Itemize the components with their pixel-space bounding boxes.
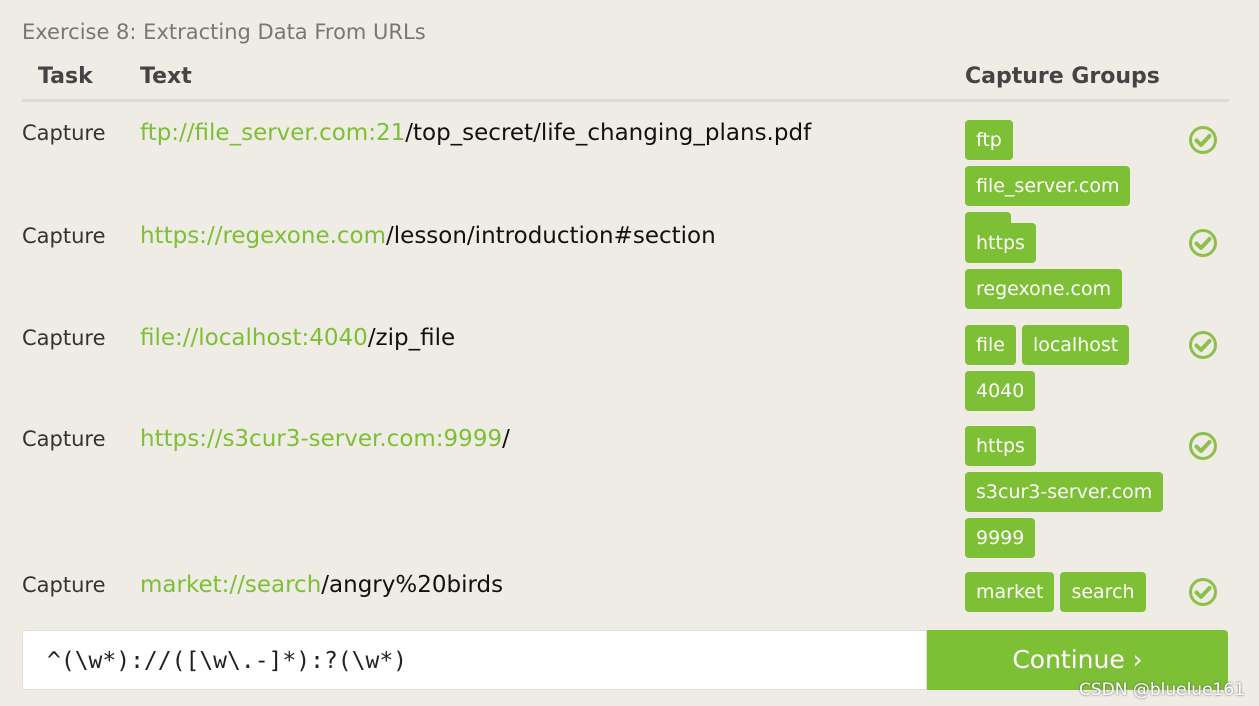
- test-string: https://s3cur3-server.com:9999/: [140, 426, 510, 452]
- task-label: Capture: [22, 326, 106, 350]
- capture-group-tag: market: [965, 572, 1055, 612]
- capture-group-tag: https: [965, 223, 1036, 263]
- header-text: Text: [140, 64, 192, 89]
- capture-group-tag: ftp: [965, 120, 1013, 160]
- task-label: Capture: [22, 573, 106, 597]
- header-divider: [22, 99, 1229, 102]
- matched-text: ftp://file_server.com:21: [140, 120, 406, 146]
- check-icon: [1189, 432, 1217, 460]
- capture-group-tag: 9999: [965, 518, 1036, 558]
- capture-group-tag: s3cur3-server.com: [965, 472, 1164, 512]
- capture-groups: file localhost 4040: [965, 325, 1180, 411]
- unmatched-text: /: [502, 426, 510, 452]
- unmatched-text: /lesson/introduction#section: [386, 223, 716, 249]
- capture-group-tag: localhost: [1021, 325, 1130, 365]
- capture-group-tag: file: [965, 325, 1016, 365]
- check-icon: [1189, 331, 1217, 359]
- capture-groups: https s3cur3-server.com 9999: [965, 426, 1180, 558]
- capture-group-tag: 4040: [965, 371, 1036, 411]
- check-icon: [1189, 229, 1217, 257]
- capture-group-tag: https: [965, 426, 1036, 466]
- matched-text: https://s3cur3-server.com:9999: [140, 426, 503, 452]
- matched-text: market://search: [140, 572, 322, 598]
- capture-group-tag: search: [1060, 572, 1146, 612]
- capture-group-tag: regexone.com: [965, 269, 1123, 309]
- check-icon: [1189, 126, 1217, 154]
- matched-text: file://localhost:4040: [140, 325, 368, 351]
- header-task: Task: [38, 64, 93, 89]
- regex-input[interactable]: ^(\w*)://([\w\.-]*):?(\w*): [22, 630, 927, 690]
- test-string: file://localhost:4040/zip_file: [140, 325, 455, 351]
- capture-groups: https regexone.com: [965, 223, 1180, 309]
- matched-text: https://regexone.com: [140, 223, 387, 249]
- exercise-title: Exercise 8: Extracting Data From URLs: [22, 20, 426, 44]
- watermark: CSDN @bluelue161: [1078, 680, 1245, 700]
- test-string: market://search/angry%20birds: [140, 572, 503, 598]
- task-label: Capture: [22, 224, 106, 248]
- capture-groups: market search: [965, 572, 1180, 612]
- capture-group-tag: file_server.com: [965, 166, 1131, 206]
- test-string: https://regexone.com/lesson/introduction…: [140, 223, 716, 249]
- task-label: Capture: [22, 427, 106, 451]
- task-label: Capture: [22, 121, 106, 145]
- unmatched-text: /top_secret/life_changing_plans.pdf: [405, 120, 812, 146]
- unmatched-text: /zip_file: [367, 325, 456, 351]
- unmatched-text: /angry%20birds: [321, 572, 504, 598]
- header-capture-groups: Capture Groups: [965, 64, 1160, 89]
- test-string: ftp://file_server.com:21/top_secret/life…: [140, 120, 811, 146]
- check-icon: [1189, 578, 1217, 606]
